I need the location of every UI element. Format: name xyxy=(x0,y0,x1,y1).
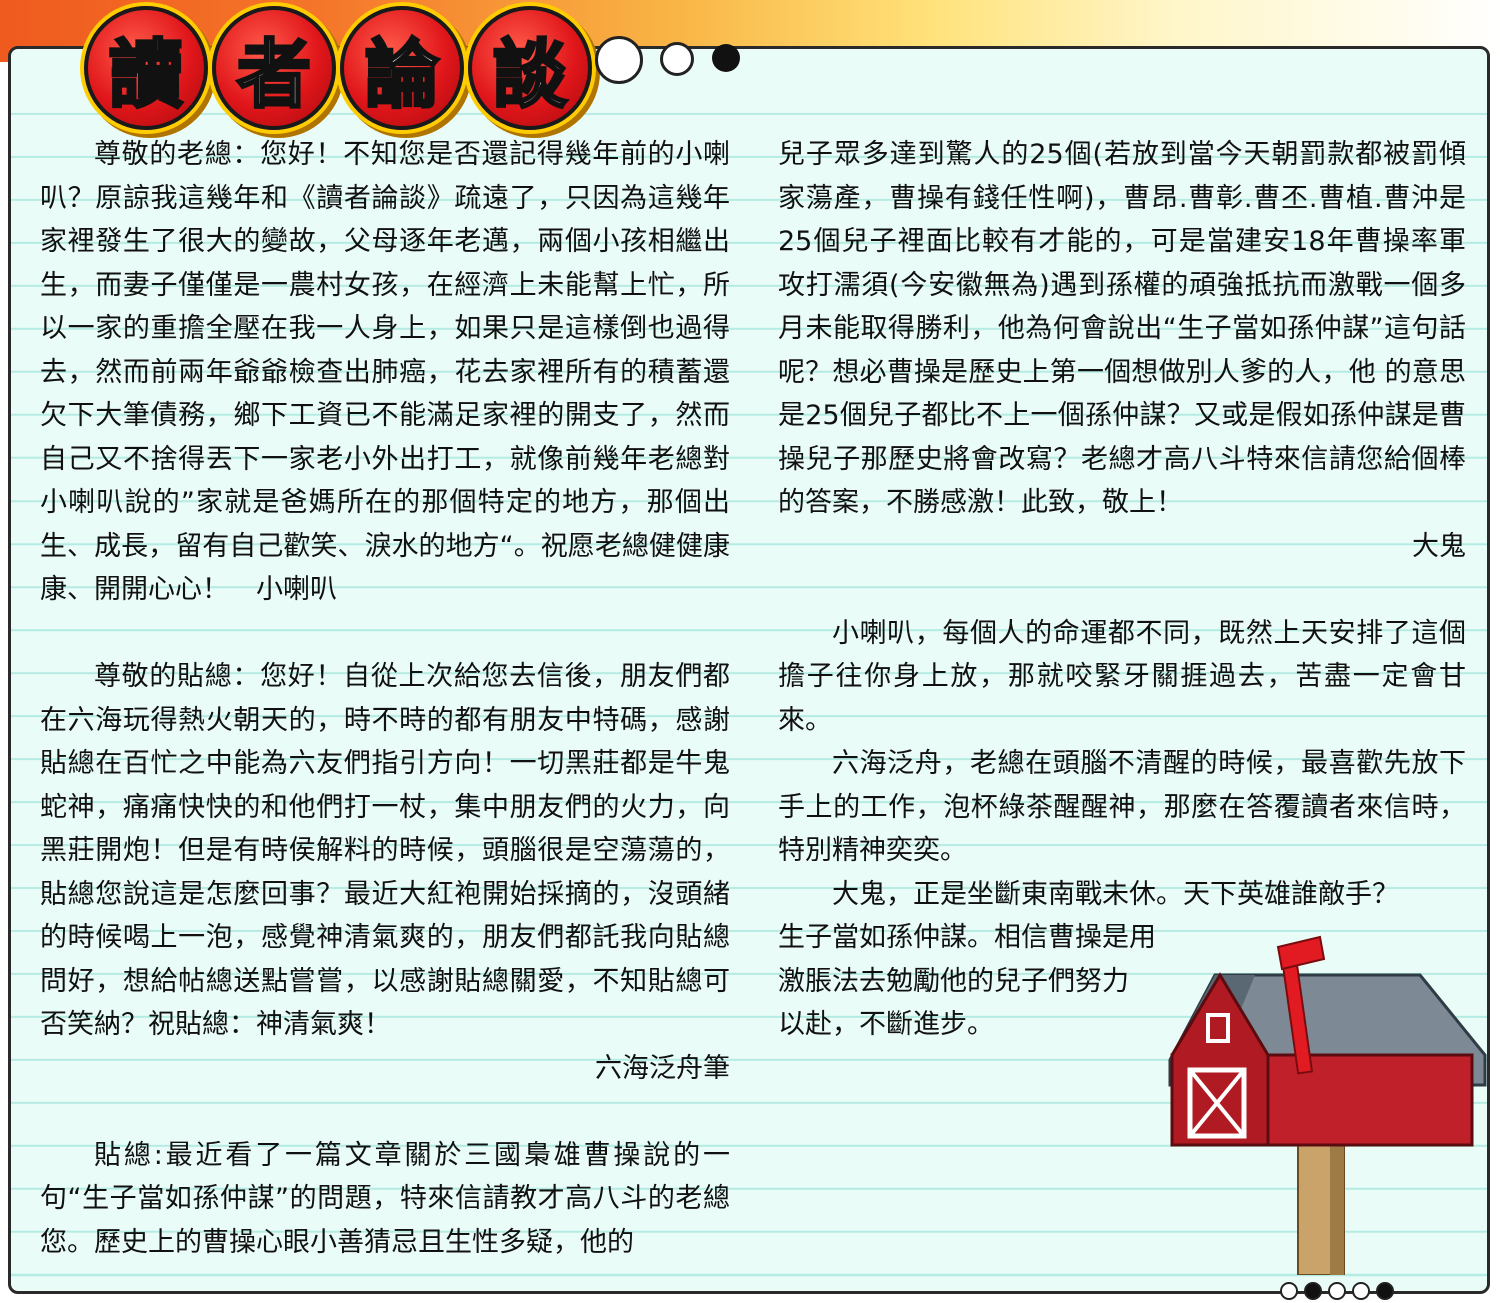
letter-dagui-part1: 貼總:最近看了一篇文章關於三國梟雄曹操說的一句“生子當如孫仲謀”的問題，特來信請… xyxy=(40,1139,730,1258)
reply-xiaolaba: 小喇叭，每個人的命運都不同，既然上天安排了這個擔子往你身上放，那就咬緊牙關捱過去… xyxy=(778,617,1466,736)
title-badge-1: 讀 xyxy=(84,6,208,130)
reply-dagui-line4: 以赴，不斷進步。 xyxy=(778,1009,994,1040)
decor-circle-small xyxy=(660,42,694,76)
reply-dagui-line1: 大鬼，正是坐斷東南戰未休。天下英雄誰敵手？ xyxy=(832,878,1399,910)
reply-dagui-line2: 生子當如孫仲謀。相信曹操是用 xyxy=(778,922,1156,953)
title-badge-3: 論 xyxy=(340,6,464,130)
decor-bottom-dots xyxy=(1280,1282,1394,1300)
letter-dagui-part2: 兒子眾多達到驚人的25個(若放到當今天朝罰款都被罰傾家蕩產，曹操有錢任性啊)，曹… xyxy=(778,139,1466,518)
letter-liuhai: 尊敬的貼總：您好！自從上次給您去信後，朋友們都在六海玩得熱火朝天的，時不時的都有… xyxy=(40,661,730,1040)
decor-circle-large xyxy=(595,36,643,84)
left-column: 尊敬的老總：您好！不知您是否還記得幾年前的小喇叭？原諒我這幾年和《讀者論談》疏遠… xyxy=(40,133,730,1264)
decor-dot-filled xyxy=(712,44,740,72)
letter-xiaolaba: 尊敬的老總：您好！不知您是否還記得幾年前的小喇叭？原諒我這幾年和《讀者論談》疏遠… xyxy=(40,139,730,605)
right-column: 兒子眾多達到驚人的25個(若放到當今天朝罰款都被罰傾家蕩產，曹操有錢任性啊)，曹… xyxy=(778,133,1466,1047)
section-title: 讀 者 論 談 xyxy=(84,6,592,130)
letter-dagui-signature: 大鬼 xyxy=(1412,530,1466,562)
reply-dagui-line3: 激脹法去勉勵他的兒子們努力 xyxy=(778,965,1129,997)
title-badge-4: 談 xyxy=(468,6,592,130)
letter-liuhai-signature: 六海泛舟筆 xyxy=(595,1052,730,1084)
reply-liuhai: 六海泛舟，老總在頭腦不清醒的時候，最喜歡先放下手上的工作，泡杯綠茶醒醒神，那麼在… xyxy=(778,748,1466,866)
title-badge-2: 者 xyxy=(212,6,336,130)
mailbox-illustration xyxy=(1168,935,1487,1275)
